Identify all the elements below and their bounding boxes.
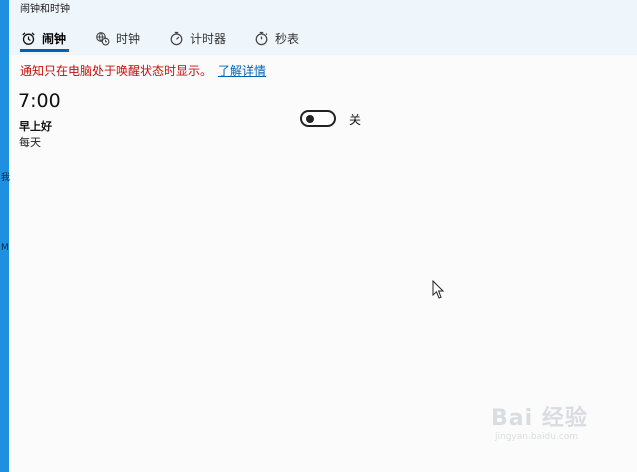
notification-notice: 通知只在电脑处于唤醒状态时显示。 了解详情 bbox=[20, 62, 266, 79]
world-clock-icon bbox=[95, 31, 110, 46]
tab-stopwatch[interactable]: 秒表 bbox=[254, 22, 299, 55]
learn-more-link[interactable]: 了解详情 bbox=[218, 64, 266, 78]
mouse-pointer-icon bbox=[432, 279, 445, 300]
tab-label: 秒表 bbox=[275, 32, 300, 46]
watermark-url: jingyan.baidu.com bbox=[495, 432, 579, 442]
tab-bar: 闹钟 时钟 计时器 秒表 bbox=[9, 22, 637, 55]
tab-clock[interactable]: 时钟 bbox=[95, 22, 140, 55]
toggle-knob bbox=[306, 115, 314, 123]
title-bar: 闹钟和时钟 bbox=[9, 0, 637, 22]
alarm-app-window: 我 M 闹钟和时钟 闹钟 时钟 计时器 秒表 通知只在电脑处于唤醒状态时显示。 … bbox=[0, 0, 637, 472]
active-tab-indicator bbox=[20, 49, 69, 52]
timer-icon bbox=[169, 31, 184, 46]
app-title: 闹钟和时钟 bbox=[20, 4, 70, 15]
alarm-repeat: 每天 bbox=[19, 136, 41, 149]
alarm-name: 早上好 bbox=[19, 120, 52, 133]
watermark-brand: Bai 经验 bbox=[491, 406, 588, 431]
baidu-jingyan-watermark: Bai 经验 jingyan.baidu.com bbox=[487, 394, 607, 454]
desktop-icon-label: 我 bbox=[1, 173, 11, 183]
alarm-toggle-switch[interactable] bbox=[300, 110, 336, 127]
tab-label: 时钟 bbox=[116, 32, 141, 46]
notice-text: 通知只在电脑处于唤醒状态时显示。 bbox=[20, 64, 213, 78]
desktop-icon-label: M bbox=[1, 243, 9, 253]
tab-label: 闹钟 bbox=[42, 32, 67, 46]
stopwatch-icon bbox=[254, 31, 269, 46]
toggle-state-label: 关 bbox=[349, 113, 362, 127]
tab-label: 计时器 bbox=[190, 32, 227, 46]
alarm-clock-icon bbox=[21, 31, 36, 46]
desktop-background-strip: 我 M bbox=[0, 0, 11, 472]
alarm-time: 7:00 bbox=[18, 90, 61, 112]
tab-timer[interactable]: 计时器 bbox=[169, 22, 226, 55]
